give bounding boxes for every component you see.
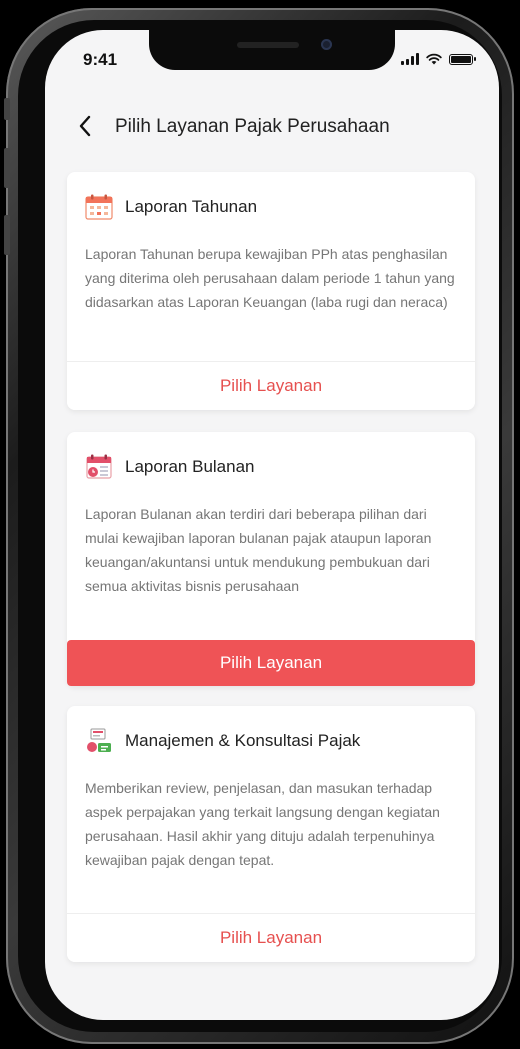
card-title: Manajemen & Konsultasi Pajak (125, 731, 361, 750)
mute-switch (4, 98, 10, 120)
service-card-laporan-tahunan: Laporan Tahunan Laporan Tahunan berupa k… (67, 172, 475, 410)
front-camera (321, 39, 332, 50)
calendar-icon (85, 194, 113, 220)
chevron-left-icon[interactable] (71, 114, 99, 142)
card-header: Manajemen & Konsultasi Pajak (85, 728, 360, 754)
status-time: 9:41 (83, 50, 118, 69)
wifi-icon (426, 53, 442, 65)
pilih-layanan-button-tahunan[interactable]: Pilih Layanan (67, 361, 475, 410)
card-header: Laporan Tahunan (85, 194, 257, 220)
card-header: Laporan Bulanan (85, 454, 255, 480)
card-description: Memberikan review, penjelasan, dan masuk… (85, 780, 440, 868)
phone-screen: 9:41 Pilih Layanan Pajak Perusahaan Lapo… (45, 30, 499, 1020)
signal-icon (401, 53, 419, 65)
header: Pilih Layanan Pajak Perusahaan (45, 110, 499, 146)
service-card-laporan-bulanan: Laporan Bulanan Laporan Bulanan akan ter… (67, 432, 475, 686)
volume-down-button (4, 215, 10, 255)
battery-icon (449, 53, 476, 65)
status-icons (401, 52, 476, 66)
tax-consult-icon (87, 728, 111, 752)
service-card-konsultasi-pajak: Manajemen & Konsultasi Pajak Memberikan … (67, 706, 475, 962)
card-description: Laporan Bulanan akan terdiri dari bebera… (85, 506, 432, 594)
pilih-layanan-button-konsultasi[interactable]: Pilih Layanan (67, 913, 475, 962)
pilih-layanan-button-bulanan[interactable]: Pilih Layanan (67, 640, 475, 686)
card-title: Laporan Bulanan (125, 457, 255, 476)
page-title: Pilih Layanan Pajak Perusahaan (115, 116, 390, 137)
card-description: Laporan Tahunan berupa kewajiban PPh ata… (85, 246, 455, 310)
card-title: Laporan Tahunan (125, 197, 258, 216)
speaker-grill (237, 42, 299, 48)
calendar-clock-icon (86, 454, 112, 479)
notch (149, 30, 395, 70)
volume-up-button (4, 148, 10, 188)
